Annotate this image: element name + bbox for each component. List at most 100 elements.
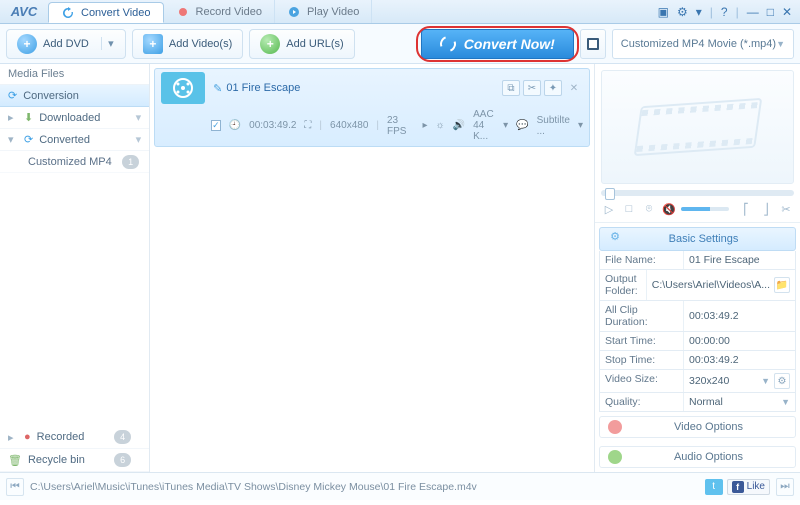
chevron-down-icon: ▼ [776, 39, 785, 49]
status-bar: ⏮ C:\Users\Ariel\Music\iTunes\iTunes Med… [0, 472, 800, 500]
expand-icon: ▸ [8, 431, 18, 444]
browse-folder-icon[interactable]: 📁 [774, 277, 790, 293]
clock-icon: 🕘 [229, 120, 241, 131]
setting-value[interactable]: 01 Fire Escape [689, 254, 760, 266]
count-badge: 4 [114, 430, 131, 444]
setting-value[interactable]: Normal [689, 396, 723, 408]
seek-bar[interactable] [601, 190, 794, 196]
snapshot-icon[interactable]: ⌾ [641, 202, 657, 216]
clip-icon[interactable]: ⧉ [502, 80, 520, 96]
output-profile-dropdown[interactable]: Customized MP4 Movie (*.mp4) ▼ [612, 29, 794, 59]
add-urls-button[interactable]: + Add URL(s) [249, 29, 354, 59]
media-item[interactable]: ✎ 01 Fire Escape ⧉ ✂ ✦ ✕ ✓ 🕘 00:03:49.2 … [154, 68, 590, 147]
remove-icon[interactable]: ✕ [565, 80, 583, 96]
settings-gear-icon[interactable]: ⚙ [774, 373, 790, 389]
screenshot-icon[interactable]: ▣ [658, 5, 669, 19]
mark-in-icon[interactable]: ⎡ [738, 202, 754, 216]
sidebar-item-downloaded[interactable]: ▸ ⬇ Downloaded ▾ [0, 107, 149, 129]
edit-icon[interactable]: ✎ [213, 82, 222, 95]
prev-file-button[interactable]: ⏮ [6, 478, 24, 496]
add-videos-button[interactable]: + Add Video(s) [132, 29, 243, 59]
sidebar-item-recycle-bin[interactable]: 🗑Recycle bin 6 [0, 449, 149, 472]
main-tabs: Convert Video Record Video Play Video [48, 0, 650, 23]
tab-label: Record Video [196, 6, 262, 18]
maximize-icon[interactable]: □ [767, 5, 774, 19]
sidebar-item-recorded[interactable]: ▸●Recorded 4 [0, 426, 149, 449]
count-badge: 1 [122, 155, 139, 169]
output-profile-icon-button[interactable] [580, 29, 606, 59]
chevron-down-icon[interactable]: ▼ [781, 397, 790, 407]
sidebar-item-converted[interactable]: ▾ ⟳ Converted ▾ [0, 129, 149, 151]
sidebar-subitem-customized-mp4[interactable]: Customized MP4 1 [0, 151, 149, 173]
row-label: Audio Options [630, 451, 787, 463]
filmstrip-icon [633, 98, 762, 156]
chevron-down-icon[interactable]: ▾ [101, 37, 115, 50]
tab-play-video[interactable]: Play Video [275, 0, 372, 23]
add-dvd-button[interactable]: + Add DVD ▾ [6, 29, 126, 59]
close-icon[interactable]: ✕ [782, 5, 792, 19]
count-badge: 6 [114, 453, 131, 467]
minimize-icon[interactable]: — [747, 5, 759, 19]
effects-icon[interactable]: ✦ [544, 80, 562, 96]
convert-now-button[interactable]: Convert Now! [421, 29, 574, 59]
cut-icon[interactable]: ✂ [778, 202, 794, 216]
setting-row-video-size: Video Size:320x240▼⚙ [599, 370, 796, 393]
resize-icon: ⛶ [304, 120, 311, 131]
button-label: Add URL(s) [286, 38, 343, 50]
media-title: 01 Fire Escape [226, 82, 300, 94]
chevron-down-icon[interactable]: ▾ [136, 111, 142, 124]
row-label: Video Options [630, 421, 787, 433]
setting-value[interactable]: 00:03:49.2 [689, 354, 739, 366]
dropdown-icon[interactable]: ▾ [696, 5, 702, 19]
checkbox[interactable]: ✓ [211, 120, 221, 131]
audio-icon: 🔊 [453, 120, 465, 131]
stop-icon[interactable]: □ [621, 202, 637, 216]
volume-slider[interactable] [681, 207, 729, 211]
settings-icon[interactable]: ⚙ [677, 5, 688, 19]
refresh-icon: ⟳ [8, 89, 17, 102]
sidebar: Media Files ⟳ Conversion ▸ ⬇ Downloaded … [0, 64, 150, 472]
seek-knob[interactable] [605, 188, 615, 200]
tab-convert-video[interactable]: Convert Video [48, 2, 164, 23]
resolution-text: 640x480 [330, 120, 368, 131]
help-icon[interactable]: ? [721, 5, 728, 19]
button-label: Add Video(s) [169, 38, 232, 50]
chevron-down-icon[interactable]: ▾ [136, 133, 142, 146]
like-label: Like [747, 481, 765, 492]
titlebar: AVC Convert Video Record Video Play Vide… [0, 0, 800, 24]
mute-icon[interactable]: 🔇 [661, 202, 677, 216]
media-item-details: ✓ 🕘 00:03:49.2 ⛶ | 640x480 | 23 FPS ▸ ☼ … [155, 107, 589, 146]
tab-label: Convert Video [81, 7, 151, 19]
fps-text: 23 FPS [387, 115, 406, 137]
trash-icon: 🗑 [8, 454, 22, 467]
refresh-icon [437, 33, 458, 54]
setting-key: Quality: [600, 393, 684, 411]
setting-value[interactable]: C:\Users\Ariel\Videos\A... [652, 279, 770, 291]
chevron-down-icon[interactable]: ▾ [503, 120, 508, 131]
setting-value[interactable]: 320x240 [689, 375, 729, 387]
cut-icon[interactable]: ✂ [523, 80, 541, 96]
sidebar-item-conversion[interactable]: ⟳ Conversion [0, 85, 149, 107]
setting-key: All Clip Duration: [600, 301, 684, 331]
audio-options-row[interactable]: Audio Options [599, 446, 796, 468]
chevron-down-icon[interactable]: ▾ [578, 120, 583, 131]
next-file-button[interactable]: ⏭ [776, 478, 794, 496]
play-icon[interactable]: ▷ [601, 202, 617, 216]
gear-icon: ⚙ [606, 230, 624, 248]
chevron-down-icon[interactable]: ▼ [761, 376, 770, 386]
twitter-icon[interactable]: t [705, 479, 723, 495]
tab-record-video[interactable]: Record Video [164, 0, 275, 23]
setting-value[interactable]: 00:00:00 [689, 335, 730, 347]
setting-key: Stop Time: [600, 351, 684, 369]
header-label: Basic Settings [630, 233, 795, 245]
settings-icon[interactable]: ☼ [435, 120, 444, 131]
convert-icon: ⟳ [24, 133, 33, 146]
facebook-like-button[interactable]: fLike [727, 479, 770, 495]
expand-icon: ▸ [8, 111, 18, 124]
audio-codec-text: AAC 44 K... [473, 109, 495, 142]
video-options-icon [608, 420, 622, 434]
expand-icon[interactable]: ▸ [422, 120, 427, 131]
mark-out-icon[interactable]: ⎦ [758, 202, 774, 216]
video-options-row[interactable]: Video Options [599, 416, 796, 438]
media-thumbnail [161, 72, 205, 104]
